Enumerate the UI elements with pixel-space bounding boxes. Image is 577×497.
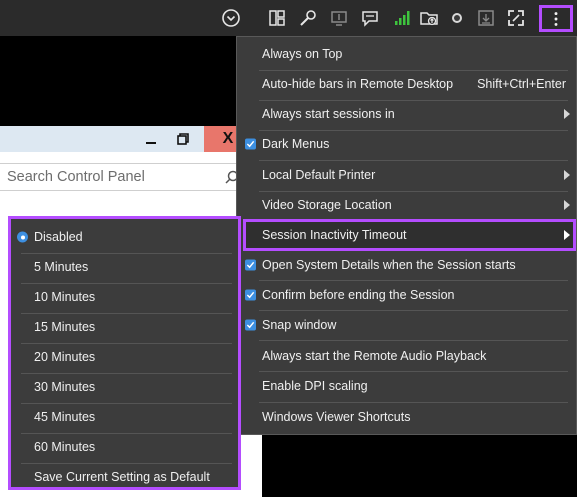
wrench-icon[interactable] xyxy=(297,7,319,29)
menu-item-local-default-printer[interactable]: Local Default Printer xyxy=(237,160,576,190)
record-dot-icon[interactable] xyxy=(446,7,468,29)
monitor-icon[interactable] xyxy=(328,7,350,29)
submenu-arrow-icon xyxy=(564,200,570,210)
menu-item-session-inactivity-timeout[interactable]: Session Inactivity Timeout xyxy=(243,219,576,251)
menu-item-windows-viewer-shortcuts[interactable]: Windows Viewer Shortcuts xyxy=(237,402,576,432)
search-input[interactable]: Search Control Panel xyxy=(0,163,262,191)
menu-item-always-start-sessions-in[interactable]: Always start sessions in xyxy=(237,99,576,129)
submenu-item-15-minutes[interactable]: 15 Minutes xyxy=(11,312,238,342)
close-icon: X xyxy=(222,130,234,147)
submenu-item-45-minutes[interactable]: 45 Minutes xyxy=(11,402,238,432)
download-icon[interactable] xyxy=(475,7,497,29)
menu-item-enable-dpi-scaling[interactable]: Enable DPI scaling xyxy=(237,371,576,401)
menu-item-snap-window[interactable]: Snap window xyxy=(237,310,576,340)
minimize-button[interactable] xyxy=(134,126,168,152)
radio-selected-icon xyxy=(17,231,28,243)
submenu-item-20-minutes[interactable]: 20 Minutes xyxy=(11,342,238,372)
chevron-down-circle-icon[interactable] xyxy=(220,7,242,29)
signal-bars-icon xyxy=(391,7,413,29)
layout-icon[interactable] xyxy=(266,7,288,29)
checkbox-checked-icon[interactable] xyxy=(245,259,256,271)
submenu-item-10-minutes[interactable]: 10 Minutes xyxy=(11,282,238,312)
menu-item-video-storage-location[interactable]: Video Storage Location xyxy=(237,190,576,220)
checkbox-checked-icon[interactable] xyxy=(245,138,256,150)
submenu-item-30-minutes[interactable]: 30 Minutes xyxy=(11,372,238,402)
more-options-button[interactable] xyxy=(539,5,573,32)
folder-upload-icon[interactable] xyxy=(418,7,440,29)
shortcut-label: Shift+Ctrl+Enter xyxy=(477,77,566,91)
save-default-setting-button[interactable]: Save Current Setting as Default xyxy=(11,462,238,492)
menu-item-always-on-top[interactable]: Always on Top xyxy=(237,39,576,69)
maximize-button[interactable] xyxy=(166,126,200,152)
menu-item-remote-audio-playback[interactable]: Always start the Remote Audio Playback xyxy=(237,341,576,371)
top-toolbar xyxy=(0,0,577,36)
checkbox-checked-icon[interactable] xyxy=(245,319,256,331)
menu-item-dark-menus[interactable]: Dark Menus xyxy=(237,129,576,159)
remote-desktop-area[interactable] xyxy=(0,36,240,126)
menu-item-auto-hide-bars[interactable]: Auto-hide bars in Remote Desktop Shift+C… xyxy=(237,69,576,99)
more-vertical-icon xyxy=(554,11,558,26)
submenu-item-disabled[interactable]: Disabled xyxy=(11,222,238,252)
session-timeout-submenu: Disabled 5 Minutes 10 Minutes 15 Minutes… xyxy=(8,216,241,490)
chat-icon[interactable] xyxy=(359,7,381,29)
submenu-item-5-minutes[interactable]: 5 Minutes xyxy=(11,252,238,282)
submenu-item-60-minutes[interactable]: 60 Minutes xyxy=(11,432,238,462)
menu-item-confirm-before-ending[interactable]: Confirm before ending the Session xyxy=(237,280,576,310)
restore-icon xyxy=(177,133,189,145)
menu-item-open-system-details[interactable]: Open System Details when the Session sta… xyxy=(237,250,576,280)
submenu-arrow-icon xyxy=(564,230,570,240)
submenu-arrow-icon xyxy=(564,170,570,180)
checkbox-checked-icon[interactable] xyxy=(245,289,256,301)
remote-desktop-area[interactable] xyxy=(262,434,577,497)
options-menu: Always on Top Auto-hide bars in Remote D… xyxy=(236,36,577,435)
minimize-icon xyxy=(146,142,156,144)
fullscreen-icon[interactable] xyxy=(505,7,527,29)
window-titlebar: X xyxy=(0,126,262,152)
submenu-arrow-icon xyxy=(564,109,570,119)
search-placeholder: Search Control Panel xyxy=(7,169,145,185)
